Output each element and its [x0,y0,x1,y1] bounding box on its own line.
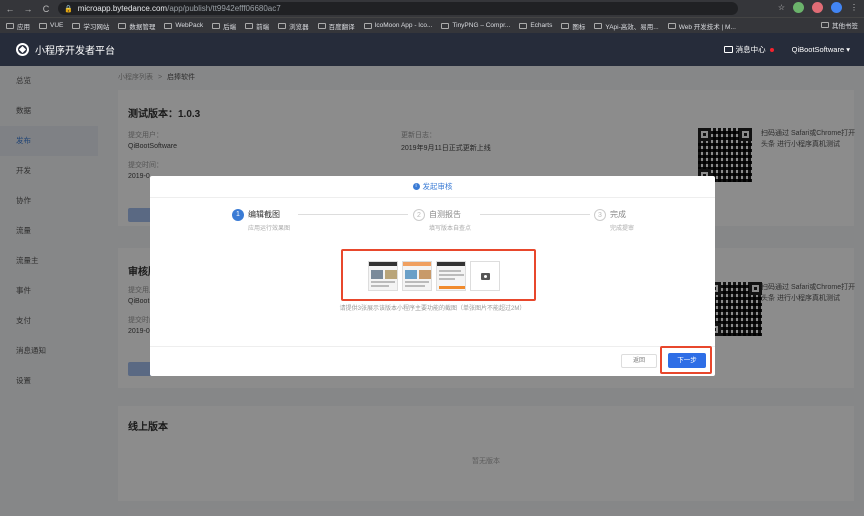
dialog-footer-divider [150,346,715,347]
bookmark-item[interactable]: Echarts [519,22,552,29]
back-button[interactable]: 返回 [621,354,657,368]
camera-icon [480,272,490,280]
screenshot-thumbnail[interactable] [402,261,432,291]
other-bookmarks[interactable]: 其他书签 [821,20,858,30]
bookmark-item[interactable]: IcoMoon App - Ico... [363,22,432,29]
app-header: 小程序开发者平台 消息中心 QiBootSoftware ▾ [0,33,864,66]
bookmark-item[interactable]: 图标 [561,21,585,31]
logo-icon [16,43,29,56]
bookmark-item[interactable]: VUE [39,22,63,29]
star-icon[interactable]: ☆ [778,3,785,12]
bookmark-item[interactable]: WebPack [164,22,203,29]
bookmark-item[interactable]: Web 开发技术 | M... [667,21,736,31]
forward-arrow-icon[interactable]: → [22,3,34,15]
folder-icon [39,22,47,29]
url-path: /app/publish/tt9942efff06680ac7 [167,4,281,13]
bookmark-item[interactable]: 百度翻译 [317,21,355,31]
folder-icon [212,22,221,29]
bookmark-item[interactable]: 数据管理 [118,21,155,31]
step-connector [298,214,408,215]
step-edit-screenshots: 1 编辑截图 应用运行效果图 [232,209,290,232]
bookmarks-bar: 应用 VUE 学习网站 数据管理 WebPack 后端 前端 浏览器 百度翻译 IcoMoon A… [0,17,864,33]
step-connector [480,214,590,215]
profile-avatar-icon[interactable] [831,2,842,13]
step-complete: 3 完成 完成提审 [594,209,634,232]
extension-icon[interactable] [793,2,804,13]
folder-icon [72,22,81,29]
dialog-title: i 发起审核 [150,176,715,198]
bookmark-item[interactable]: 前端 [245,21,269,31]
folder-icon [561,22,570,29]
folder-icon [245,22,254,29]
folder-icon [363,22,372,29]
bookmark-item[interactable]: 浏览器 [278,21,309,31]
folder-icon [441,22,450,29]
bookmark-item[interactable]: 应用 [6,21,30,31]
lock-icon: 🔒 [64,5,73,13]
bookmark-item[interactable]: 学习网站 [72,21,109,31]
screenshot-upload-area [341,249,536,301]
bookmark-item[interactable]: 后端 [212,21,236,31]
bookmark-item[interactable]: TinyPNG – Compr... [441,22,510,29]
add-screenshot-button[interactable] [470,261,500,291]
extension-icon[interactable] [812,2,823,13]
info-icon: i [412,183,420,190]
folder-icon [594,22,603,29]
address-bar[interactable]: 🔒 microapp.bytedance.com/app/publish/tt9… [58,2,738,15]
folder-icon [6,22,14,29]
menu-dots-icon[interactable]: ⋮ [850,3,858,12]
folder-icon [667,22,676,29]
message-center-link[interactable]: 消息中心 [723,44,774,55]
next-step-button[interactable]: 下一步 [668,353,706,368]
screenshot-thumbnail[interactable] [436,261,466,291]
folder-icon [519,22,528,29]
folder-icon [821,22,829,28]
message-icon [723,46,733,53]
submit-review-dialog: i 发起审核 1 编辑截图 应用运行效果图 2 自测报告 填写版本自查点 3 完… [150,176,715,376]
back-arrow-icon[interactable]: ← [4,3,16,15]
browser-toolbar: ← → C 🔒 microapp.bytedance.com/app/publi… [0,0,864,17]
url-host: microapp.bytedance.com [77,4,168,13]
bookmark-item[interactable]: YApi-高效、易用... [594,21,659,31]
screenshot-hint: 请提供3张展示该版本小程序主要功能的截图（单张图片不能超过2M） [339,306,526,312]
unread-dot [769,47,774,52]
folder-icon [118,22,127,29]
next-button-highlight: 下一步 [660,346,712,374]
folder-icon [164,22,173,29]
app-title: 小程序开发者平台 [35,46,115,57]
reload-icon[interactable]: C [40,3,52,15]
folder-icon [278,22,287,29]
step-self-test: 2 自测报告 填写版本自查点 [413,209,471,232]
folder-icon [317,22,326,29]
screenshot-thumbnail[interactable] [368,261,398,291]
account-menu[interactable]: QiBootSoftware ▾ [792,45,850,54]
